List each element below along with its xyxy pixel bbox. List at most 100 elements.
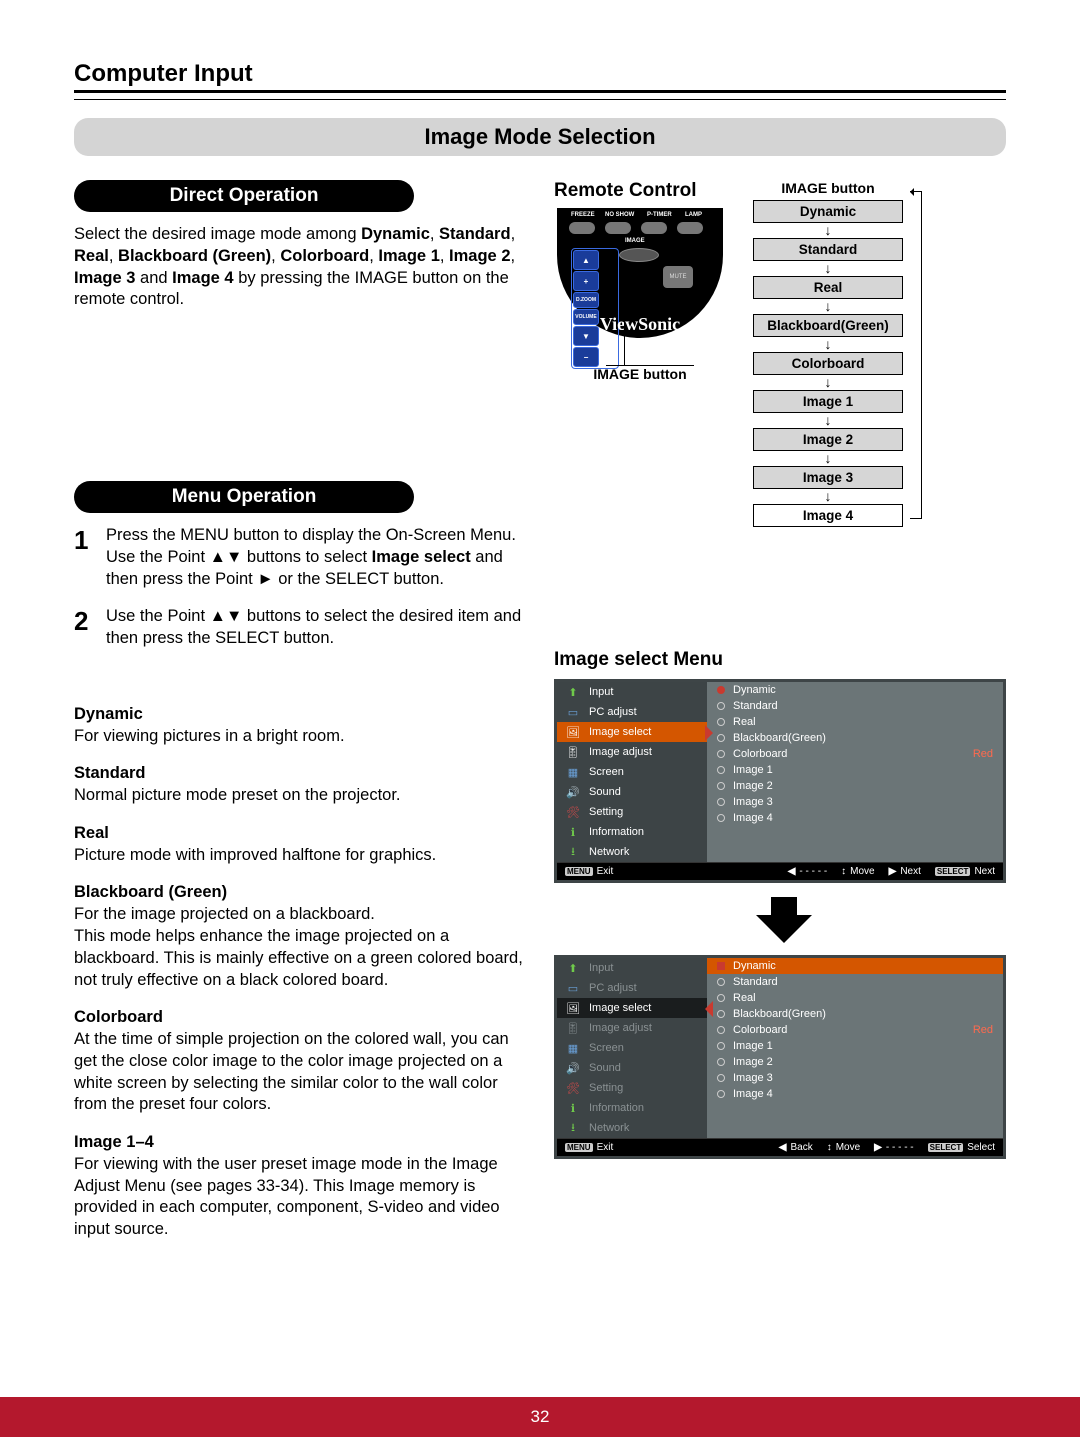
osd-side-item: 🎚Image adjust: [557, 742, 707, 762]
pointer-right-icon: [705, 725, 721, 741]
direct-operation-text: Select the desired image mode among Dyna…: [74, 224, 534, 311]
osd-menu-1: ⬆Input ▭PC adjust 🖼Image select 🎚Image a…: [554, 679, 1006, 883]
remote-control-header: Remote Control: [554, 180, 697, 202]
mode-desc: Picture mode with improved halftone for …: [74, 846, 436, 864]
mute-button: MUTE: [663, 266, 693, 288]
arrow-down-icon: ↓: [825, 489, 832, 504]
image-button: [619, 248, 659, 262]
osd-footer: MENUExit ◀Back ↕Move ▶- - - - - SELECTSe…: [557, 1138, 1003, 1156]
osd-option: ColorboardRed: [707, 746, 1003, 762]
screen-icon: ▦: [565, 765, 581, 779]
radio-empty-icon: [717, 798, 725, 806]
mode-desc: For viewing pictures in a bright room.: [74, 727, 345, 745]
osd-side-item: 🎚Image adjust: [557, 1018, 707, 1038]
divider: [74, 99, 1006, 100]
flow-item: Image 3: [753, 466, 903, 489]
radio-empty-icon: [717, 1074, 725, 1082]
osd-side-item-selected: 🖼Image select: [557, 722, 707, 742]
osd-side-item: ▦Screen: [557, 1038, 707, 1058]
radio-empty-icon: [717, 702, 725, 710]
step-text: Use the Point ▲▼ buttons to select the d…: [106, 606, 534, 650]
mode-descriptions: DynamicFor viewing pictures in a bright …: [74, 704, 534, 1241]
input-icon: ⬆: [565, 685, 581, 699]
flow-item: Colorboard: [753, 352, 903, 375]
osd-option: Image 3: [707, 794, 1003, 810]
banner-title: Image Mode Selection: [74, 118, 1006, 156]
osd-side-item: 🛠Setting: [557, 1078, 707, 1098]
radio-empty-icon: [717, 1042, 725, 1050]
mode-name: Dynamic: [74, 704, 534, 726]
minus-button: −: [573, 347, 599, 367]
flow-item: Real: [753, 276, 903, 299]
osd-option: Standard: [707, 974, 1003, 990]
osd-option: Real: [707, 714, 1003, 730]
flow-item: Image 2: [753, 428, 903, 451]
up-arrow-button: ▲: [573, 250, 599, 270]
badge-red: Red: [973, 748, 993, 760]
lamp-button: [677, 222, 703, 234]
osd-option: Image 3: [707, 1070, 1003, 1086]
section-header: Computer Input: [74, 60, 1006, 93]
osd-option: Standard: [707, 698, 1003, 714]
step-1: 1 Press the MENU button to display the O…: [74, 525, 534, 590]
badge-red: Red: [973, 1024, 993, 1036]
radio-empty-icon: [717, 750, 725, 758]
sound-icon: 🔊: [565, 1061, 581, 1075]
flow-item: Standard: [753, 238, 903, 261]
osd-side-item: ⭳Network: [557, 1118, 707, 1138]
osd-option: ColorboardRed: [707, 1022, 1003, 1038]
image-select-icon: 🖼: [565, 725, 581, 739]
osd-option: Image 4: [707, 1086, 1003, 1102]
osd-side-item: ▭PC adjust: [557, 978, 707, 998]
osd-side-item: ▭PC adjust: [557, 702, 707, 722]
osd-option: Image 2: [707, 1054, 1003, 1070]
callout-line: [624, 310, 625, 366]
flow-item: Blackboard(Green): [753, 314, 903, 337]
arrow-down-icon: ↓: [825, 223, 832, 238]
osd-option: Real: [707, 990, 1003, 1006]
ptimer-label: P-TIMER: [647, 212, 672, 218]
osd-title: Image select Menu: [554, 649, 1006, 671]
page-footer: 32: [0, 1397, 1080, 1437]
osd-side-item: ℹInformation: [557, 1098, 707, 1118]
osd-side-item: 🔊Sound: [557, 1058, 707, 1078]
radio-empty-icon: [717, 1090, 725, 1098]
menu-operation-header: Menu Operation: [74, 481, 414, 513]
pointer-left-icon: [697, 1001, 713, 1017]
osd-side-item: ▦Screen: [557, 762, 707, 782]
mode-desc: At the time of simple projection on the …: [74, 1030, 509, 1113]
flow-return-line: [910, 191, 922, 519]
osd-option: Dynamic: [707, 682, 1003, 698]
page-number: 32: [531, 1407, 550, 1426]
mode-name: Colorboard: [74, 1007, 534, 1029]
direct-operation-header: Direct Operation: [74, 180, 414, 212]
screen-icon: ▦: [565, 1041, 581, 1055]
osd-side-item: 🛠Setting: [557, 802, 707, 822]
radio-empty-icon: [717, 814, 725, 822]
image-adjust-icon: 🎚: [565, 1021, 581, 1035]
mode-name: Image 1–4: [74, 1132, 534, 1154]
mode-name: Blackboard (Green): [74, 882, 534, 904]
osd-side-item: ⬆Input: [557, 958, 707, 978]
ptimer-button: [641, 222, 667, 234]
freeze-label: FREEZE: [571, 212, 595, 218]
step-text: Press the MENU button to display the On-…: [106, 525, 534, 590]
arrow-down-icon: ↓: [825, 413, 832, 428]
radio-empty-icon: [717, 782, 725, 790]
radio-empty-icon: [717, 978, 725, 986]
osd-side-item: ⬆Input: [557, 682, 707, 702]
osd-menu-2: ⬆Input ▭PC adjust 🖼Image select 🎚Image a…: [554, 955, 1006, 1159]
radio-empty-icon: [717, 1010, 725, 1018]
plus-button: +: [573, 271, 599, 291]
radio-empty-icon: [717, 1058, 725, 1066]
info-icon: ℹ: [565, 1101, 581, 1115]
radio-selected-icon: [717, 962, 725, 970]
sound-icon: 🔊: [565, 785, 581, 799]
osd-option-selected: Dynamic: [707, 958, 1003, 974]
arrow-down-icon: ↓: [825, 451, 832, 466]
arrow-down-icon: ↓: [825, 337, 832, 352]
mode-desc: For viewing with the user preset image m…: [74, 1155, 500, 1238]
input-icon: ⬆: [565, 961, 581, 975]
osd-option: Image 1: [707, 762, 1003, 778]
osd-side-item: ⭳Network: [557, 842, 707, 862]
